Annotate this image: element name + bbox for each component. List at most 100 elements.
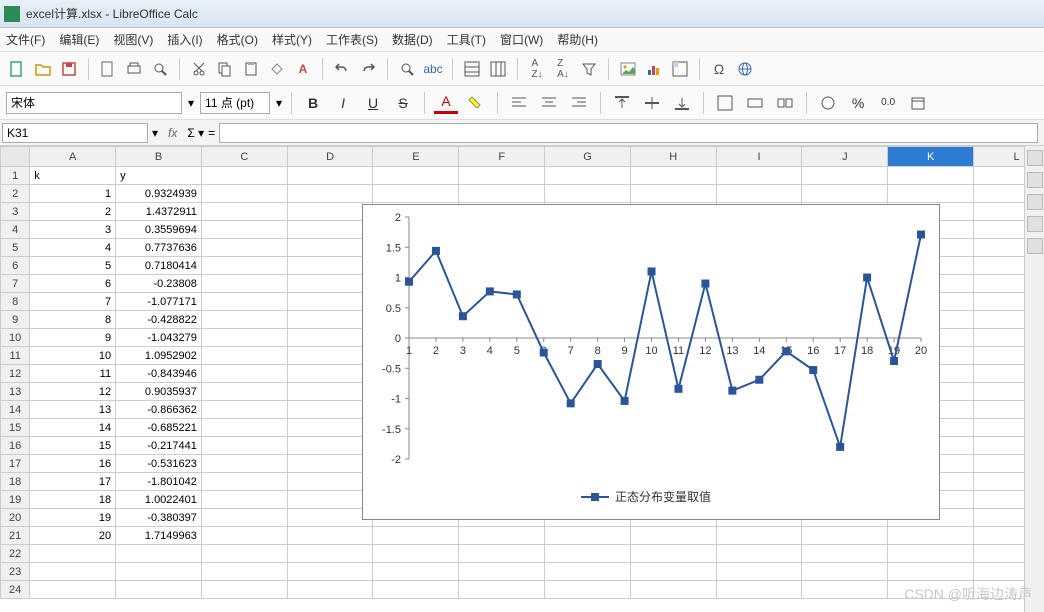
strike-button[interactable]: S <box>391 92 415 114</box>
cell-I21[interactable] <box>716 527 802 545</box>
cell-A4[interactable]: 3 <box>30 221 116 239</box>
cell-H21[interactable] <box>630 527 716 545</box>
cell-F24[interactable] <box>459 581 545 599</box>
cell-reference-input[interactable] <box>2 123 148 143</box>
insert-chart-icon[interactable] <box>643 58 665 80</box>
cell-D13[interactable] <box>287 383 373 401</box>
cell-F23[interactable] <box>459 563 545 581</box>
cell-A13[interactable]: 12 <box>30 383 116 401</box>
cell-B15[interactable]: -0.685221 <box>116 419 202 437</box>
cell-B7[interactable]: -0.23808 <box>116 275 202 293</box>
cell-B8[interactable]: -1.077171 <box>116 293 202 311</box>
cell-D24[interactable] <box>287 581 373 599</box>
font-size-input[interactable] <box>200 92 270 114</box>
row-header-10[interactable]: 10 <box>1 329 30 347</box>
cell-C2[interactable] <box>201 185 287 203</box>
row-header-14[interactable]: 14 <box>1 401 30 419</box>
cell-C12[interactable] <box>201 365 287 383</box>
cell-C3[interactable] <box>201 203 287 221</box>
cell-C7[interactable] <box>201 275 287 293</box>
cell-C5[interactable] <box>201 239 287 257</box>
cell-B9[interactable]: -0.428822 <box>116 311 202 329</box>
cell-K21[interactable] <box>888 527 974 545</box>
column-icon[interactable] <box>487 58 509 80</box>
autofilter-icon[interactable] <box>578 58 600 80</box>
cell-D15[interactable] <box>287 419 373 437</box>
column-header-F[interactable]: F <box>459 147 545 167</box>
align-center-icon[interactable] <box>537 92 561 114</box>
cell-E24[interactable] <box>373 581 459 599</box>
menu-insert[interactable]: 插入(I) <box>167 31 202 48</box>
cell-D10[interactable] <box>287 329 373 347</box>
cell-H23[interactable] <box>630 563 716 581</box>
print-preview-icon[interactable] <box>149 58 171 80</box>
cell-D22[interactable] <box>287 545 373 563</box>
cell-C14[interactable] <box>201 401 287 419</box>
cell-J2[interactable] <box>802 185 888 203</box>
align-right-icon[interactable] <box>567 92 591 114</box>
row-header-12[interactable]: 12 <box>1 365 30 383</box>
cell-A12[interactable]: 11 <box>30 365 116 383</box>
cell-B21[interactable]: 1.7149963 <box>116 527 202 545</box>
cell-C23[interactable] <box>201 563 287 581</box>
cell-D9[interactable] <box>287 311 373 329</box>
align-middle-icon[interactable] <box>640 92 664 114</box>
cell-A3[interactable]: 2 <box>30 203 116 221</box>
column-header-D[interactable]: D <box>287 147 373 167</box>
cell-A23[interactable] <box>30 563 116 581</box>
copy-icon[interactable] <box>214 58 236 80</box>
cell-B2[interactable]: 0.9324939 <box>116 185 202 203</box>
cell-C4[interactable] <box>201 221 287 239</box>
cell-H22[interactable] <box>630 545 716 563</box>
cell-E22[interactable] <box>373 545 459 563</box>
row-header-2[interactable]: 2 <box>1 185 30 203</box>
menu-help[interactable]: 帮助(H) <box>557 31 598 48</box>
cell-I23[interactable] <box>716 563 802 581</box>
cellref-dropdown-icon[interactable]: ▾ <box>152 126 158 140</box>
row-header-8[interactable]: 8 <box>1 293 30 311</box>
spreadsheet-grid[interactable]: ABCDEFGHIJKL1ky210.9324939321.4372911430… <box>0 146 1044 612</box>
sort-asc-icon[interactable]: AZ↓ <box>526 58 548 80</box>
paste-icon[interactable] <box>240 58 262 80</box>
menu-format[interactable]: 格式(O) <box>217 31 258 48</box>
row-header-9[interactable]: 9 <box>1 311 30 329</box>
formula-input[interactable] <box>219 123 1038 143</box>
row-header-11[interactable]: 11 <box>1 347 30 365</box>
row-header-7[interactable]: 7 <box>1 275 30 293</box>
cell-A20[interactable]: 19 <box>30 509 116 527</box>
row-header-3[interactable]: 3 <box>1 203 30 221</box>
italic-button[interactable]: I <box>331 92 355 114</box>
cell-H1[interactable] <box>630 167 716 185</box>
cell-A18[interactable]: 17 <box>30 473 116 491</box>
cell-C6[interactable] <box>201 257 287 275</box>
menu-data[interactable]: 数据(D) <box>392 31 433 48</box>
cell-G1[interactable] <box>545 167 631 185</box>
cell-D20[interactable] <box>287 509 373 527</box>
row-header-19[interactable]: 19 <box>1 491 30 509</box>
cell-B11[interactable]: 1.0952902 <box>116 347 202 365</box>
cell-B23[interactable] <box>116 563 202 581</box>
menu-window[interactable]: 窗口(W) <box>500 31 543 48</box>
menu-sheet[interactable]: 工作表(S) <box>326 31 378 48</box>
cell-F1[interactable] <box>459 167 545 185</box>
number-icon[interactable]: 0.0 <box>876 92 900 114</box>
cell-C24[interactable] <box>201 581 287 599</box>
cell-I2[interactable] <box>716 185 802 203</box>
cell-I1[interactable] <box>716 167 802 185</box>
cell-G24[interactable] <box>545 581 631 599</box>
column-header-C[interactable]: C <box>201 147 287 167</box>
currency-icon[interactable] <box>816 92 840 114</box>
percent-icon[interactable]: % <box>846 92 870 114</box>
cell-B12[interactable]: -0.843946 <box>116 365 202 383</box>
cell-C11[interactable] <box>201 347 287 365</box>
row-header-15[interactable]: 15 <box>1 419 30 437</box>
menu-tools[interactable]: 工具(T) <box>447 31 486 48</box>
cell-A5[interactable]: 4 <box>30 239 116 257</box>
cell-B3[interactable]: 1.4372911 <box>116 203 202 221</box>
print-icon[interactable] <box>123 58 145 80</box>
cell-E2[interactable] <box>373 185 459 203</box>
merge-cells-icon[interactable] <box>743 92 767 114</box>
cell-B16[interactable]: -0.217441 <box>116 437 202 455</box>
cell-C15[interactable] <box>201 419 287 437</box>
cell-A15[interactable]: 14 <box>30 419 116 437</box>
